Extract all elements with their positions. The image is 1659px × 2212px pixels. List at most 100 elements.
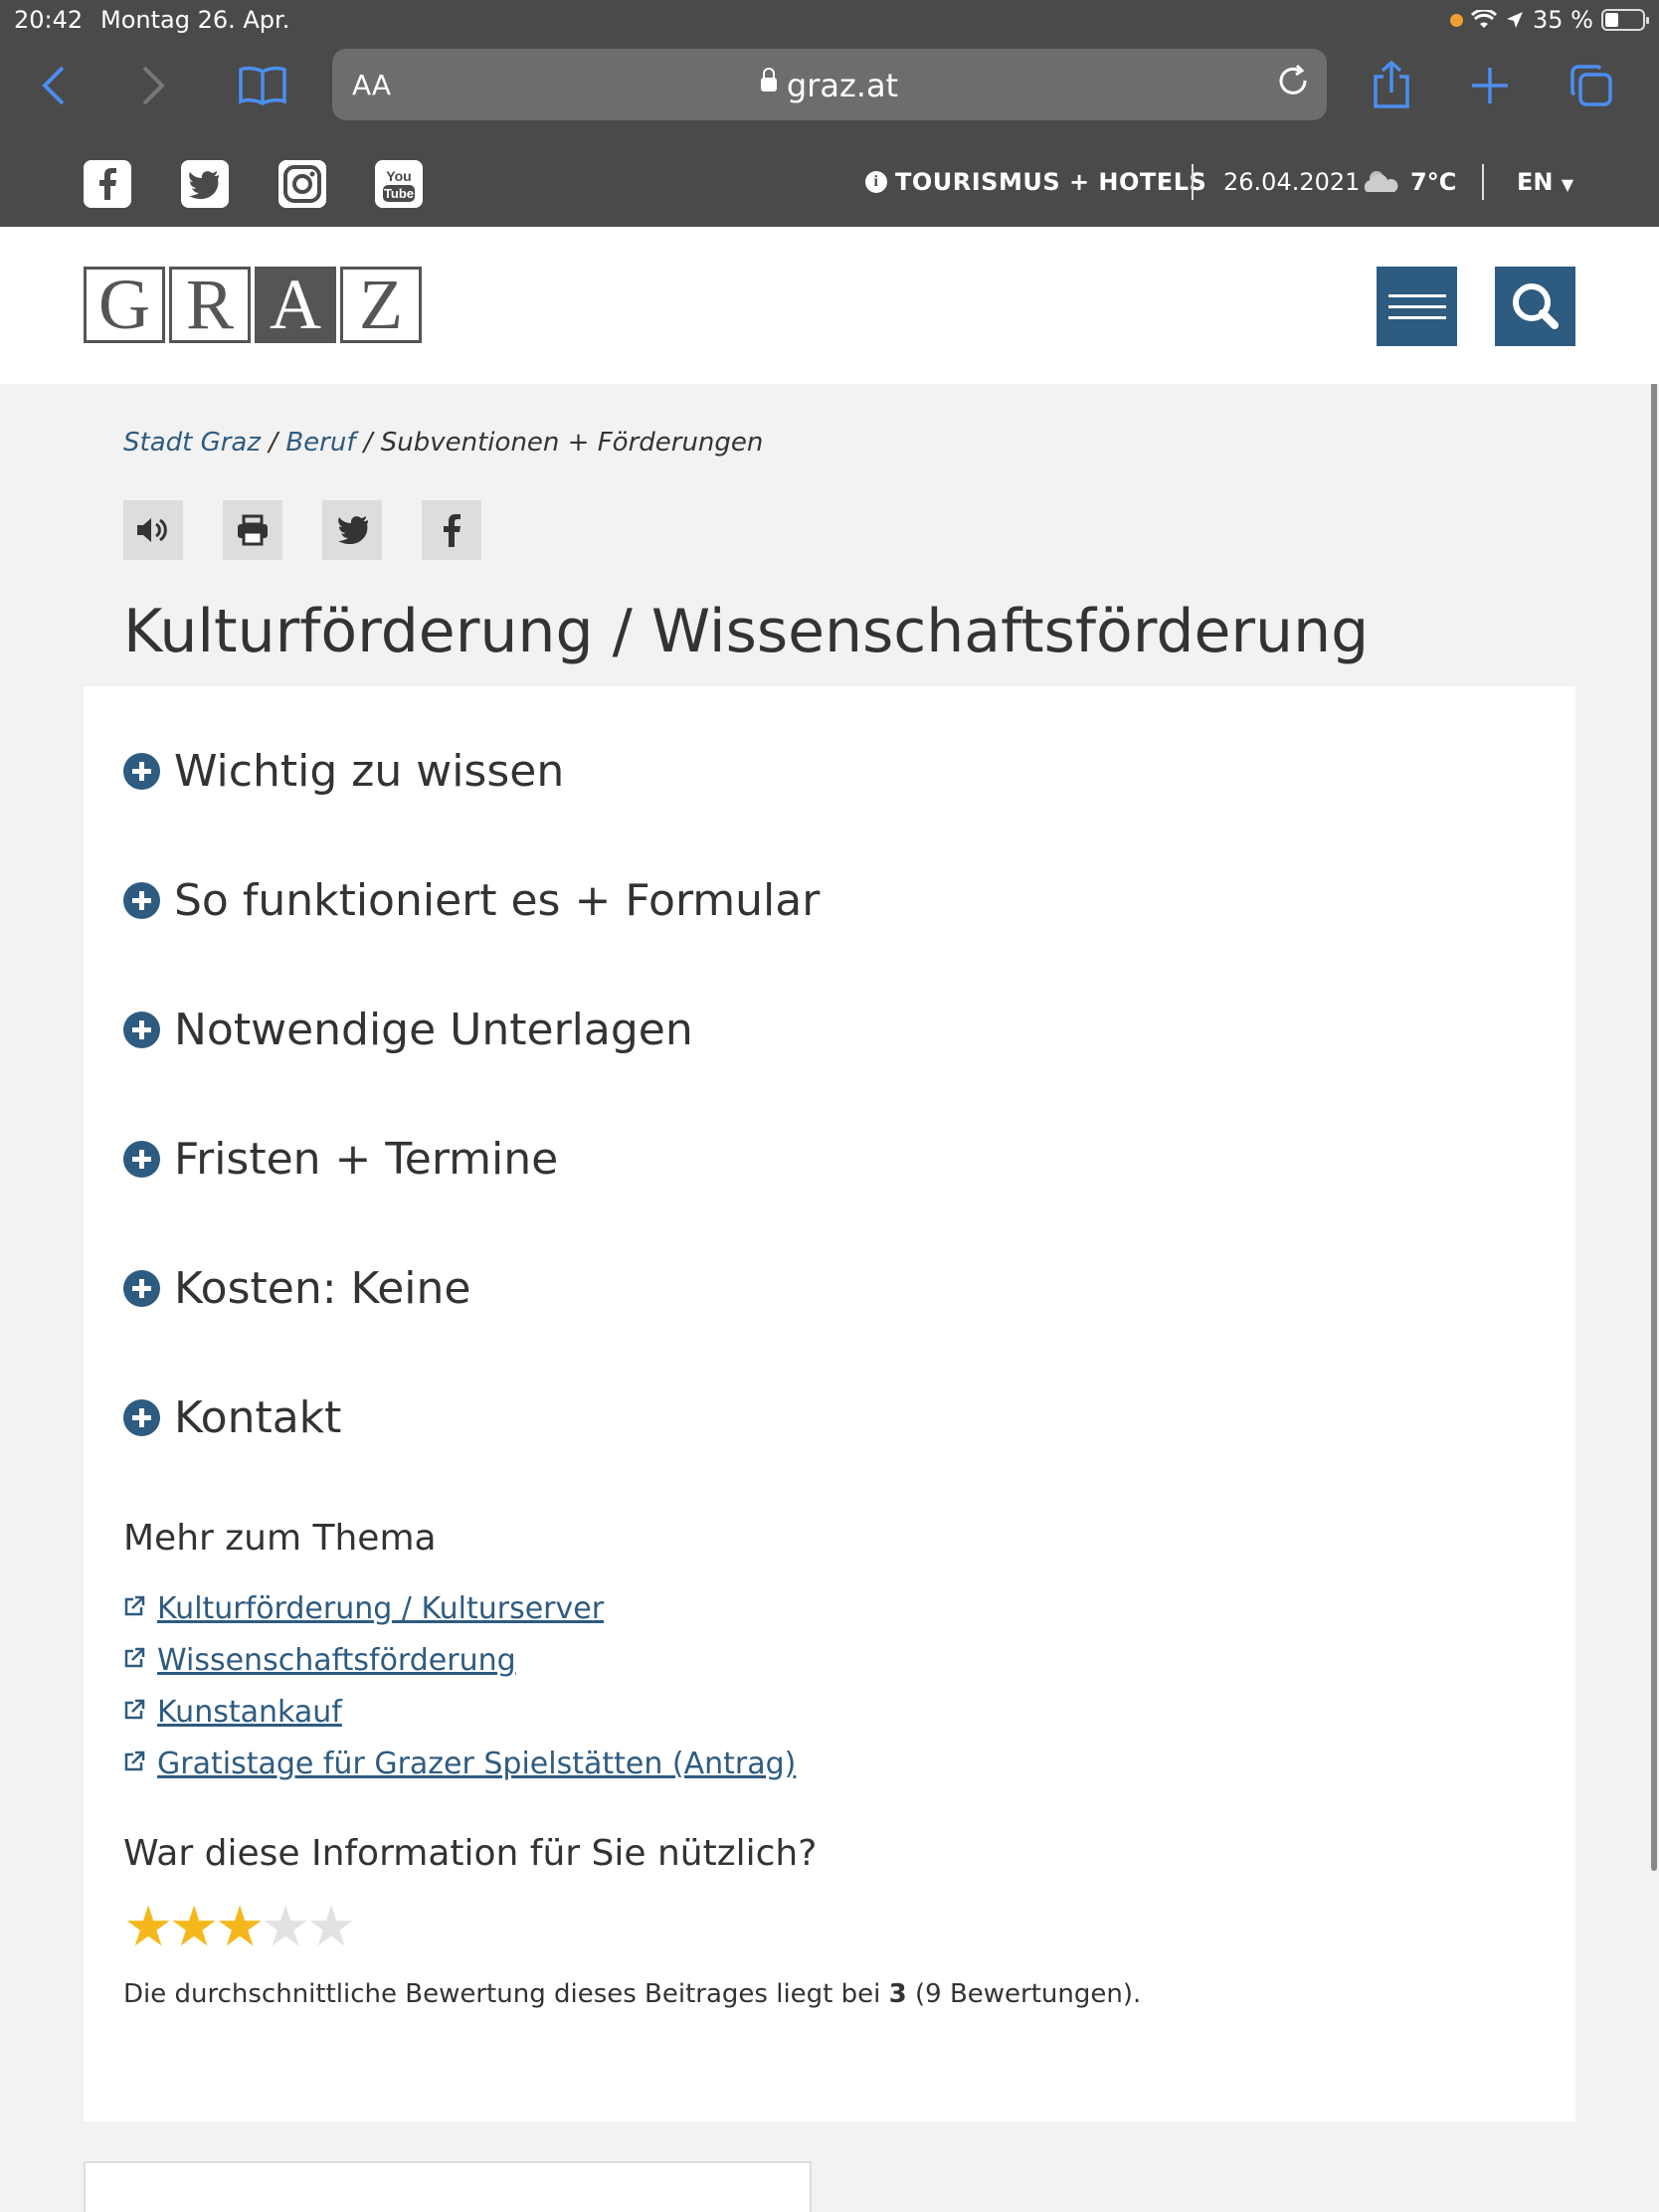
safari-toolbar: AA graz.at (0, 46, 1659, 127)
star-icon[interactable]: ★ (261, 1900, 310, 1955)
print-button[interactable] (223, 500, 282, 560)
tourism-hotels-label: TOURISMUS + HOTELS (895, 168, 1207, 196)
page-title: Kulturförderung / Wissenschaftsförderung (123, 597, 1370, 666)
related-title: Mehr zum Thema (123, 1518, 437, 1559)
language-selector[interactable]: EN ▼ (1517, 168, 1573, 196)
related-link-item: Kulturförderung / Kulturserver (123, 1591, 604, 1626)
read-aloud-button[interactable] (123, 500, 183, 560)
logo-letter: R (169, 265, 251, 344)
plus-circle-icon (123, 1141, 160, 1178)
twitter-share-button[interactable] (322, 500, 382, 560)
breadcrumb-separator: / (355, 428, 381, 458)
plus-icon (1472, 68, 1508, 103)
url-text: graz.at (786, 67, 899, 104)
wifi-icon (1471, 10, 1498, 28)
search-button[interactable] (1495, 267, 1575, 346)
menu-button[interactable] (1377, 267, 1457, 346)
breadcrumb-current: Subventionen + Förderungen (380, 428, 764, 458)
logo-letter: G (84, 265, 165, 344)
facebook-icon (444, 514, 461, 547)
status-right: 35 % (1450, 6, 1649, 34)
related-link[interactable]: Wissenschaftsförderung (157, 1643, 516, 1678)
rating-question: War diese Information für Sie nützlich? (123, 1833, 818, 1874)
share-icon (1374, 61, 1409, 108)
breadcrumb-link[interactable]: Stadt Graz (123, 428, 261, 458)
svg-text:You: You (386, 168, 411, 184)
accordion-label: Kontakt (174, 1392, 342, 1443)
search-icon (1513, 283, 1559, 329)
status-date: Montag 26. Apr. (100, 6, 290, 34)
rating-summary: Die durchschnittliche Bewertung dieses B… (123, 1979, 1141, 2009)
accordion-item[interactable]: So funktioniert es + Formular (123, 875, 820, 926)
chevron-left-icon (42, 66, 65, 105)
recording-dot-icon (1450, 13, 1464, 27)
star-icon[interactable]: ★ (123, 1900, 173, 1955)
tourism-hotels-link[interactable]: i TOURISMUS + HOTELS (865, 168, 1206, 196)
share-button[interactable] (1362, 56, 1421, 115)
hamburger-line (1387, 315, 1446, 319)
related-link[interactable]: Kunstankauf (157, 1695, 342, 1730)
svg-text:Tube: Tube (384, 186, 414, 201)
site-header: G R A Z (0, 227, 1659, 384)
plus-circle-icon (123, 1399, 160, 1436)
page-scrollbar[interactable] (1651, 140, 1657, 1871)
related-link[interactable]: Kulturförderung / Kulturserver (157, 1591, 604, 1626)
star-rating: ★ ★ ★ ★ ★ (123, 1900, 356, 1955)
rating-average: 3 (888, 1979, 907, 2009)
twitter-icon (338, 516, 368, 544)
twitter-icon[interactable] (181, 160, 229, 208)
battery-icon (1601, 9, 1649, 31)
address-bar[interactable]: AA graz.at (332, 49, 1327, 120)
location-arrow-icon (1507, 12, 1524, 28)
instagram-icon[interactable] (278, 160, 326, 208)
tabs-icon (1570, 65, 1612, 106)
breadcrumb: Stadt Graz / Beruf / Subventionen + Förd… (123, 428, 763, 458)
plus-circle-icon (123, 753, 160, 790)
url-display: graz.at (332, 67, 1327, 104)
bookmarks-button[interactable] (233, 56, 292, 115)
book-icon (239, 66, 286, 105)
external-link-icon (123, 1751, 145, 1778)
star-icon[interactable]: ★ (169, 1900, 219, 1955)
accordion-item[interactable]: Notwendige Unterlagen (123, 1005, 693, 1055)
chevron-right-icon (142, 66, 165, 105)
current-date: 26.04.2021 (1223, 168, 1361, 196)
reload-button[interactable] (1275, 63, 1311, 107)
content-box: Wichtig zu wissen So funktioniert es + F… (84, 686, 1575, 2121)
accordion-item[interactable]: Kosten: Keine (123, 1263, 470, 1314)
accordion-label: Kosten: Keine (174, 1263, 471, 1314)
accordion-item[interactable]: Kontakt (123, 1392, 341, 1443)
site-topbar: You Tube i TOURISMUS + HOTELS 26.04.2021 … (0, 140, 1659, 227)
graz-logo[interactable]: G R A Z (84, 265, 422, 344)
accordion-label: Fristen + Termine (174, 1134, 559, 1185)
divider (1482, 164, 1484, 200)
back-button[interactable] (24, 56, 84, 115)
star-icon[interactable]: ★ (215, 1900, 265, 1955)
lock-icon (760, 68, 777, 92)
facebook-share-button[interactable] (422, 500, 481, 560)
status-time: 20:42 (14, 6, 84, 34)
battery-percent: 35 % (1533, 6, 1593, 34)
tabs-button[interactable] (1562, 56, 1621, 115)
new-tab-button[interactable] (1460, 56, 1520, 115)
youtube-icon[interactable]: You Tube (375, 160, 423, 208)
plus-circle-icon (123, 882, 160, 919)
accordion-item[interactable]: Fristen + Termine (123, 1134, 558, 1185)
breadcrumb-link[interactable]: Beruf (285, 428, 355, 458)
forward-button[interactable] (123, 56, 183, 115)
rating-text-before: Die durchschnittliche Bewertung dieses B… (123, 1979, 889, 2009)
facebook-icon[interactable] (84, 160, 131, 208)
star-icon[interactable]: ★ (306, 1900, 356, 1955)
accordion-item[interactable]: Wichtig zu wissen (123, 746, 564, 797)
related-link-item: Kunstankauf (123, 1695, 342, 1730)
accordion-label: So funktioniert es + Formular (174, 875, 821, 926)
related-link[interactable]: Gratistage für Grazer Spielstätten (Antr… (157, 1747, 796, 1781)
print-icon (238, 514, 268, 546)
reload-icon (1279, 64, 1307, 94)
lower-content-box (84, 2161, 812, 2212)
external-link-icon (123, 1647, 145, 1675)
logo-letter: Z (340, 265, 422, 344)
plus-circle-icon (123, 1270, 160, 1307)
rating-text-after: (9 Bewertungen). (906, 1979, 1142, 2009)
plus-circle-icon (123, 1012, 160, 1048)
